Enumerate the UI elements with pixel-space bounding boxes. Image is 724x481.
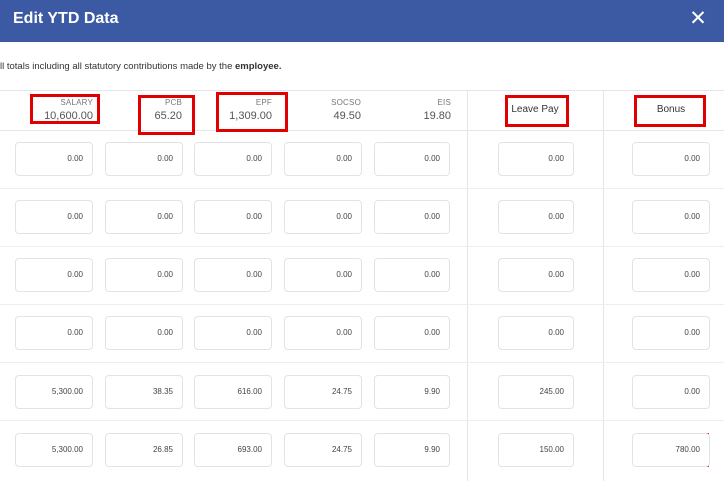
header-divider-top	[0, 90, 724, 91]
col-salary-label: SALARY	[60, 98, 93, 107]
socso-input[interactable]: 0.00	[284, 258, 362, 292]
epf-input[interactable]: 0.00	[194, 142, 272, 176]
col-eis-header: EIS 19.80	[423, 98, 451, 122]
epf-input[interactable]: 0.00	[194, 316, 272, 350]
epf-input[interactable]: 0.00	[194, 258, 272, 292]
row-divider	[0, 304, 724, 305]
col-epf-total: 1,309.00	[229, 110, 272, 122]
dialog-title: Edit YTD Data	[13, 10, 119, 27]
header-divider-bottom	[0, 130, 724, 131]
col-salary-total: 10,600.00	[44, 110, 93, 122]
bonus-input[interactable]: 0.00	[632, 142, 710, 176]
eis-input[interactable]: 9.90	[374, 375, 450, 409]
row-divider	[0, 362, 724, 363]
socso-input[interactable]: 24.75	[284, 375, 362, 409]
eis-input[interactable]: 0.00	[374, 316, 450, 350]
bonus-input[interactable]: 0.00	[632, 316, 710, 350]
epf-input[interactable]: 616.00	[194, 375, 272, 409]
row-divider	[0, 420, 724, 421]
bonus-input[interactable]: 0.00	[632, 375, 710, 409]
salary-input[interactable]: 0.00	[15, 142, 93, 176]
socso-input[interactable]: 0.00	[284, 316, 362, 350]
col-pcb-header: PCB 65.20	[154, 98, 182, 122]
close-icon[interactable]: ✕	[686, 7, 710, 31]
col-salary-header: SALARY 10,600.00	[44, 98, 93, 122]
eis-input[interactable]: 9.90	[374, 433, 450, 467]
pcb-input[interactable]: 0.00	[105, 258, 183, 292]
column-separator	[603, 90, 604, 481]
bonus-input[interactable]: 0.00	[632, 200, 710, 234]
col-socso-total: 49.50	[333, 110, 361, 122]
eis-input[interactable]: 0.00	[374, 200, 450, 234]
epf-input[interactable]: 693.00	[194, 433, 272, 467]
col-leave-pay-label: Leave Pay	[511, 104, 559, 115]
col-socso-header: SOCSO 49.50	[331, 98, 361, 122]
col-epf-label: EPF	[255, 98, 272, 107]
col-socso-label: SOCSO	[331, 98, 361, 107]
dialog-description: ll totals including all statutory contri…	[0, 61, 281, 72]
row-divider	[0, 188, 724, 189]
socso-input[interactable]: 0.00	[284, 142, 362, 176]
col-pcb-label: PCB	[164, 98, 182, 107]
leave-pay-input[interactable]: 150.00	[498, 433, 574, 467]
leave-pay-input[interactable]: 0.00	[498, 316, 574, 350]
col-pcb-total: 65.20	[154, 110, 182, 122]
eis-input[interactable]: 0.00	[374, 142, 450, 176]
leave-pay-input[interactable]: 0.00	[498, 142, 574, 176]
description-text: ll totals including all statutory contri…	[0, 61, 235, 72]
bonus-input[interactable]: 780.00	[632, 433, 710, 467]
leave-pay-input[interactable]: 0.00	[498, 258, 574, 292]
leave-pay-input[interactable]: 245.00	[498, 375, 574, 409]
salary-input[interactable]: 0.00	[15, 316, 93, 350]
socso-input[interactable]: 0.00	[284, 200, 362, 234]
column-separator	[467, 90, 468, 481]
leave-pay-input[interactable]: 0.00	[498, 200, 574, 234]
pcb-input[interactable]: 0.00	[105, 142, 183, 176]
col-epf-header: EPF 1,309.00	[229, 98, 272, 122]
col-bonus-label: Bonus	[656, 104, 686, 115]
dialog-header: Edit YTD Data ✕	[0, 0, 724, 42]
salary-input[interactable]: 0.00	[15, 200, 93, 234]
pcb-input[interactable]: 38.35	[105, 375, 183, 409]
epf-input[interactable]: 0.00	[194, 200, 272, 234]
pcb-input[interactable]: 0.00	[105, 316, 183, 350]
socso-input[interactable]: 24.75	[284, 433, 362, 467]
salary-input[interactable]: 5,300.00	[15, 433, 93, 467]
salary-input[interactable]: 5,300.00	[15, 375, 93, 409]
eis-input[interactable]: 0.00	[374, 258, 450, 292]
pcb-input[interactable]: 26.85	[105, 433, 183, 467]
bonus-input[interactable]: 0.00	[632, 258, 710, 292]
description-emphasis: employee.	[235, 61, 282, 72]
row-divider	[0, 246, 724, 247]
col-eis-total: 19.80	[423, 110, 451, 122]
pcb-input[interactable]: 0.00	[105, 200, 183, 234]
salary-input[interactable]: 0.00	[15, 258, 93, 292]
col-eis-label: EIS	[437, 98, 451, 107]
